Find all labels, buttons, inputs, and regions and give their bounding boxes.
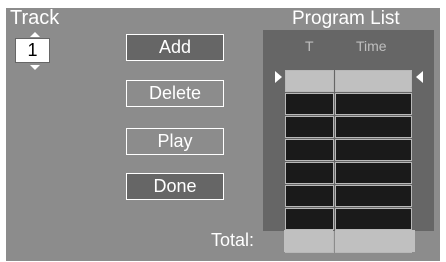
total-time-value bbox=[335, 230, 415, 252]
play-button[interactable]: Play bbox=[126, 128, 224, 155]
table-cell-t[interactable] bbox=[285, 116, 334, 138]
triangle-down-icon[interactable] bbox=[30, 65, 40, 70]
table-cell-time[interactable] bbox=[335, 208, 412, 230]
table-cell-t[interactable] bbox=[285, 93, 334, 115]
column-header-t: T bbox=[305, 38, 314, 54]
program-panel: Track 1 Add Delete Play Done Program Lis… bbox=[6, 8, 440, 261]
track-label: Track bbox=[10, 7, 60, 29]
table-cell-time[interactable] bbox=[335, 139, 412, 161]
table-cell-time[interactable] bbox=[335, 93, 412, 115]
table-cell-t[interactable] bbox=[285, 185, 334, 207]
track-number-field[interactable]: 1 bbox=[15, 38, 50, 63]
add-button[interactable]: Add bbox=[126, 34, 224, 61]
table-cell-time[interactable] bbox=[335, 116, 412, 138]
table-cell-t[interactable] bbox=[285, 70, 334, 92]
table-cell-t[interactable] bbox=[285, 208, 334, 230]
program-list-title: Program List bbox=[292, 8, 400, 29]
total-t-value bbox=[284, 230, 333, 252]
triangle-right-icon bbox=[275, 71, 282, 83]
screen: Track 1 Add Delete Play Done Program Lis… bbox=[0, 0, 446, 262]
table-cell-t[interactable] bbox=[285, 139, 334, 161]
column-header-time: Time bbox=[356, 38, 387, 54]
done-button[interactable]: Done bbox=[126, 173, 224, 200]
total-label: Total: bbox=[211, 230, 255, 250]
triangle-left-icon bbox=[416, 71, 423, 83]
table-cell-t[interactable] bbox=[285, 162, 334, 184]
table-cell-time[interactable] bbox=[335, 185, 412, 207]
triangle-up-icon[interactable] bbox=[30, 32, 40, 37]
table-cell-time[interactable] bbox=[335, 162, 412, 184]
delete-button[interactable]: Delete bbox=[126, 80, 224, 107]
table-cell-time[interactable] bbox=[335, 70, 412, 92]
program-list-table: T Time bbox=[263, 30, 434, 253]
